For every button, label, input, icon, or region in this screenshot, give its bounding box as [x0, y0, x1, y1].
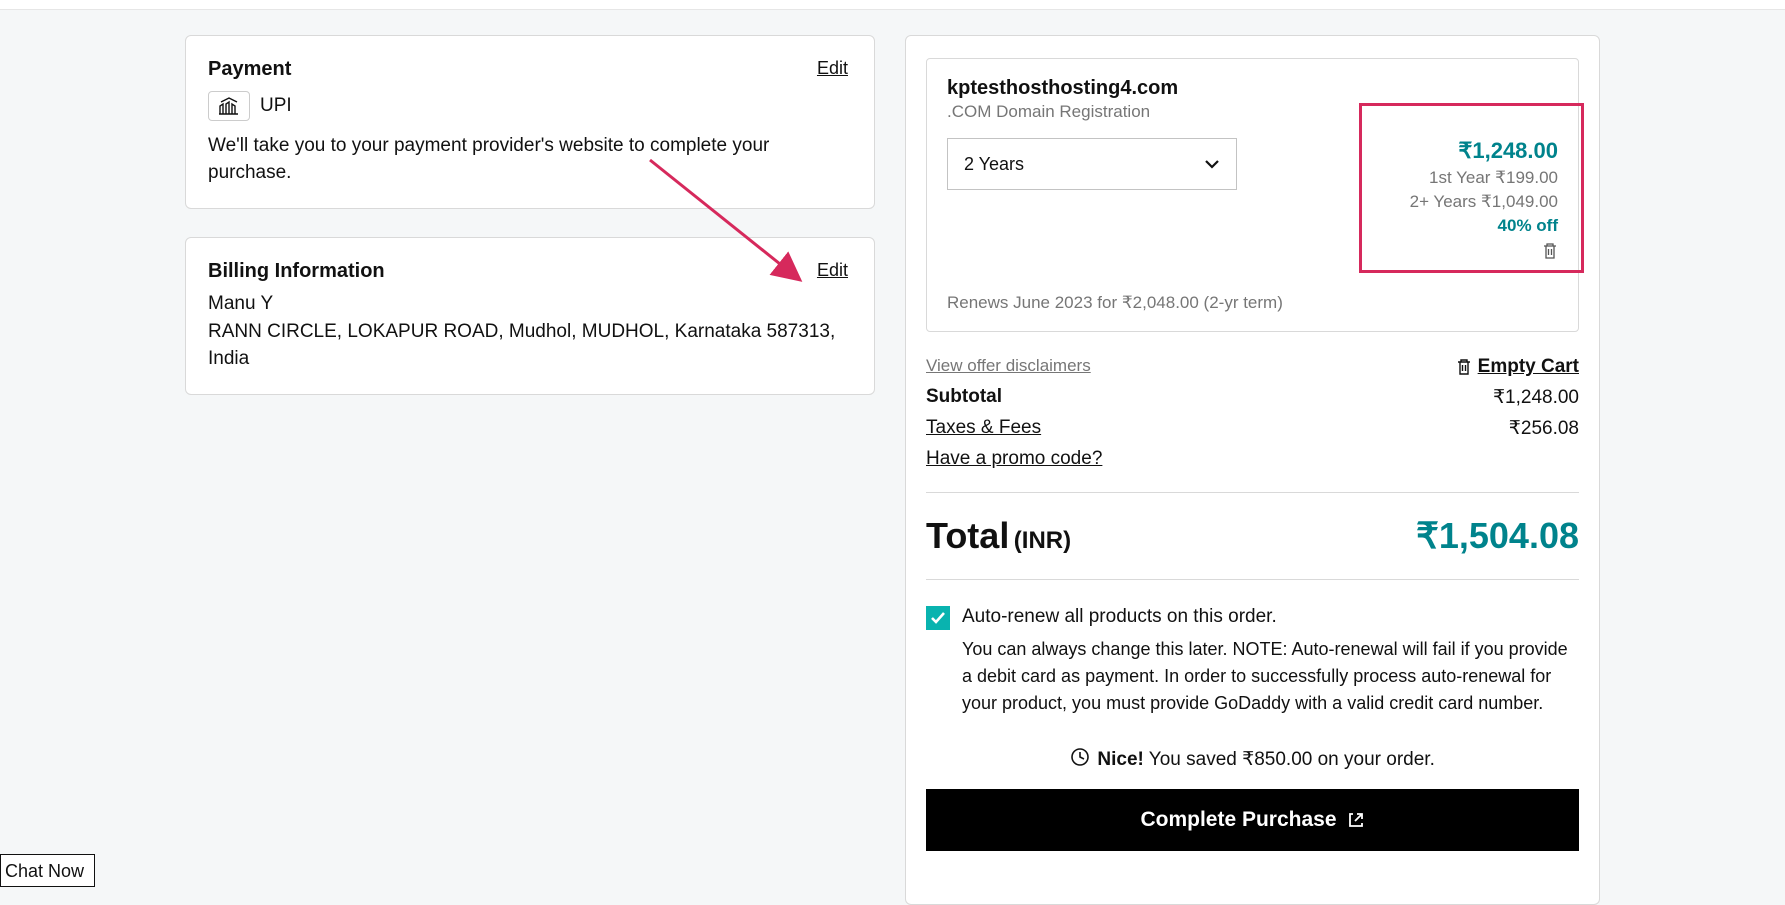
- promo-code-link[interactable]: Have a promo code?: [926, 448, 1579, 470]
- term-select-value: 2 Years: [964, 154, 1024, 175]
- remove-item-button[interactable]: [1542, 242, 1558, 265]
- external-link-icon: [1347, 811, 1365, 829]
- total-amount: ₹1,504.08: [1416, 515, 1579, 557]
- payment-method-label: UPI: [260, 95, 292, 117]
- auto-renew-label: Auto-renew all products on this order.: [962, 606, 1277, 628]
- billing-title: Billing Information: [208, 260, 385, 283]
- subtotal-value: ₹1,248.00: [1493, 386, 1579, 409]
- taxes-value: ₹256.08: [1509, 417, 1579, 440]
- auto-renew-checkbox[interactable]: [926, 606, 950, 630]
- payment-description: We'll take you to your payment provider'…: [208, 133, 848, 186]
- renewal-note: Renews June 2023 for ₹2,048.00 (2-yr ter…: [947, 293, 1558, 313]
- billing-name: Manu Y: [208, 293, 848, 315]
- trash-icon: [1456, 358, 1472, 376]
- total-currency: (INR): [1014, 527, 1071, 554]
- product-subtitle: .COM Domain Registration: [947, 102, 1558, 122]
- clock-icon: [1070, 747, 1090, 773]
- nice-prefix: Nice!: [1097, 749, 1143, 770]
- billing-card: Billing Information Edit Manu Y RANN CIR…: [185, 237, 875, 395]
- total-label: Total: [926, 515, 1009, 556]
- check-icon: [929, 609, 947, 627]
- payment-card: Payment Edit UPI We'll take you to your …: [185, 35, 875, 209]
- complete-purchase-button[interactable]: Complete Purchase: [926, 789, 1579, 851]
- taxes-fees-link[interactable]: Taxes & Fees: [926, 417, 1041, 440]
- payment-edit-link[interactable]: Edit: [817, 58, 848, 79]
- nice-text: You saved ₹850.00 on your order.: [1144, 749, 1435, 770]
- order-summary-panel: kptesthosthosting4.com .COM Domain Regis…: [905, 35, 1600, 905]
- trash-icon: [1542, 242, 1558, 260]
- complete-purchase-label: Complete Purchase: [1140, 808, 1336, 832]
- cart-item: kptesthosthosting4.com .COM Domain Regis…: [926, 58, 1579, 332]
- product-two-plus: 2+ Years ₹1,049.00: [1410, 192, 1558, 212]
- billing-edit-link[interactable]: Edit: [817, 260, 848, 281]
- savings-message: Nice! You saved ₹850.00 on your order.: [926, 747, 1579, 773]
- chevron-down-icon: [1204, 156, 1220, 172]
- product-price: ₹1,248.00: [1410, 138, 1558, 164]
- view-disclaimers-link[interactable]: View offer disclaimers: [926, 356, 1091, 376]
- empty-cart-label: Empty Cart: [1478, 356, 1579, 378]
- billing-address: RANN CIRCLE, LOKAPUR ROAD, Mudhol, MUDHO…: [208, 319, 848, 372]
- empty-cart-link[interactable]: Empty Cart: [1456, 356, 1579, 378]
- upi-icon: [208, 91, 250, 121]
- chat-now-button[interactable]: Chat Now: [0, 854, 95, 887]
- product-discount: 40% off: [1410, 216, 1558, 236]
- subtotal-label: Subtotal: [926, 386, 1002, 409]
- payment-title: Payment: [208, 58, 291, 81]
- product-name: kptesthosthosting4.com: [947, 77, 1558, 100]
- product-first-year: 1st Year ₹199.00: [1410, 168, 1558, 188]
- term-select[interactable]: 2 Years: [947, 138, 1237, 190]
- auto-renew-note: You can always change this later. NOTE: …: [962, 636, 1579, 717]
